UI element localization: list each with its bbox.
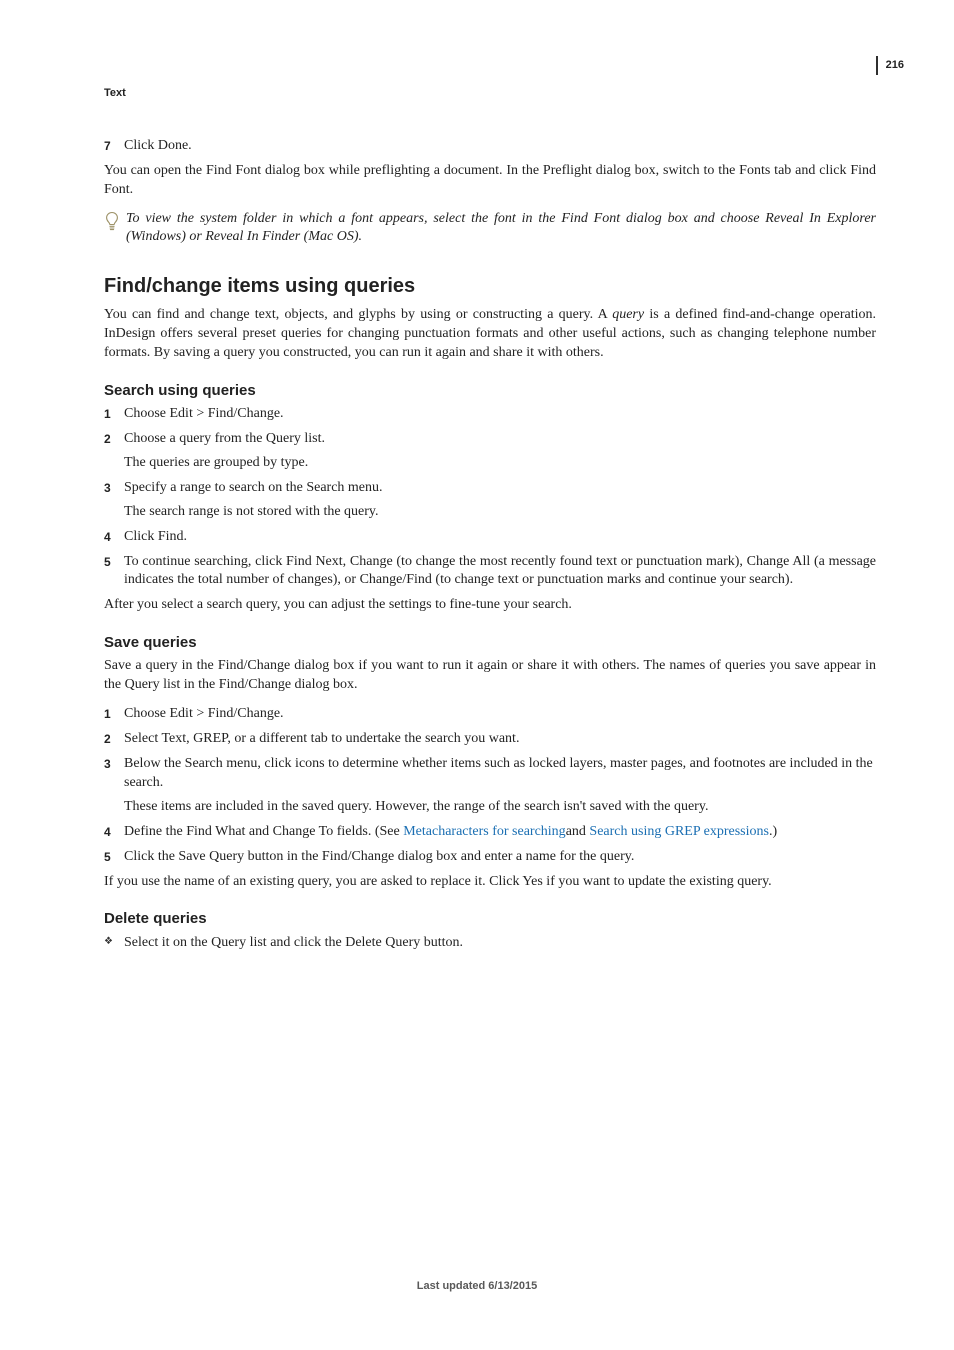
step-number: 1 (104, 706, 111, 722)
step-number: 4 (104, 529, 111, 545)
step-number: 1 (104, 406, 111, 422)
list-item: 4 Define the Find What and Change To fie… (104, 823, 876, 842)
list-item: 1 Choose Edit > Find/Change. (104, 705, 876, 724)
top-steps-list: 7 Click Done. (104, 137, 876, 156)
list-item: 3 Below the Search menu, click icons to … (104, 755, 876, 817)
list-item: 5 Click the Save Query button in the Fin… (104, 848, 876, 867)
step-text: To continue searching, click Find Next, … (124, 553, 876, 591)
text-run: Define the Find What and Change To field… (124, 824, 403, 839)
list-item: 2 Select Text, GREP, or a different tab … (104, 730, 876, 749)
list-item: 2 Choose a query from the Query list. Th… (104, 430, 876, 473)
step-text: Click Done. (124, 138, 192, 153)
step-text: Select it on the Query list and click th… (124, 935, 463, 950)
step-number: 2 (104, 431, 111, 447)
delete-list: Select it on the Query list and click th… (104, 934, 876, 953)
text-run: .) (769, 824, 777, 839)
search-steps-list: 1 Choose Edit > Find/Change. 2 Choose a … (104, 405, 876, 590)
subsection-heading: Search using queries (104, 381, 876, 401)
page-footer: Last updated 6/13/2015 (0, 1279, 954, 1294)
subsection-heading: Save queries (104, 633, 876, 653)
step-text: Choose a query from the Query list. (124, 431, 325, 446)
list-item: 5 To continue searching, click Find Next… (104, 553, 876, 591)
save-steps-list: 1 Choose Edit > Find/Change. 2 Select Te… (104, 705, 876, 866)
step-number: 3 (104, 756, 111, 772)
list-item: 3 Specify a range to search on the Searc… (104, 479, 876, 522)
page-number: 216 (876, 56, 904, 75)
step-number: 7 (104, 138, 111, 154)
body-text: Save a query in the Find/Change dialog b… (104, 657, 876, 695)
body-text: You can open the Find Font dialog box wh… (104, 162, 876, 200)
breadcrumb: Text (104, 86, 876, 101)
step-subtext: The search range is not stored with the … (124, 503, 876, 522)
body-text: After you select a search query, you can… (104, 596, 876, 615)
step-number: 4 (104, 824, 111, 840)
text-run: You can find and change text, objects, a… (104, 307, 612, 322)
step-text: Click the Save Query button in the Find/… (124, 849, 634, 864)
text-run: and (566, 824, 590, 839)
body-text: If you use the name of an existing query… (104, 873, 876, 892)
lightbulb-icon (104, 211, 120, 233)
link-metacharacters[interactable]: Metacharacters for searching (403, 824, 565, 839)
step-text: Click Find. (124, 529, 187, 544)
tip-block: To view the system folder in which a fon… (104, 210, 876, 248)
step-text: Select Text, GREP, or a different tab to… (124, 731, 519, 746)
step-number: 2 (104, 731, 111, 747)
list-item: 4 Click Find. (104, 528, 876, 547)
subsection-heading: Delete queries (104, 909, 876, 929)
step-text: Specify a range to search on the Search … (124, 480, 383, 495)
body-text: You can find and change text, objects, a… (104, 306, 876, 363)
italic-term: query (612, 307, 644, 322)
step-text: Define the Find What and Change To field… (124, 824, 777, 839)
step-subtext: The queries are grouped by type. (124, 454, 876, 473)
step-text: Choose Edit > Find/Change. (124, 406, 284, 421)
step-subtext: These items are included in the saved qu… (124, 798, 876, 817)
tip-text: To view the system folder in which a fon… (126, 210, 876, 248)
step-number: 5 (104, 849, 111, 865)
list-item: Select it on the Query list and click th… (104, 934, 876, 953)
step-number: 5 (104, 554, 111, 570)
step-text: Below the Search menu, click icons to de… (124, 756, 873, 790)
step-text: Choose Edit > Find/Change. (124, 706, 284, 721)
section-heading: Find/change items using queries (104, 273, 876, 300)
page-container: 216 Text 7 Click Done. You can open the … (0, 0, 954, 1350)
step-number: 3 (104, 480, 111, 496)
list-item: 7 Click Done. (104, 137, 876, 156)
list-item: 1 Choose Edit > Find/Change. (104, 405, 876, 424)
link-grep-expressions[interactable]: Search using GREP expressions (589, 824, 769, 839)
